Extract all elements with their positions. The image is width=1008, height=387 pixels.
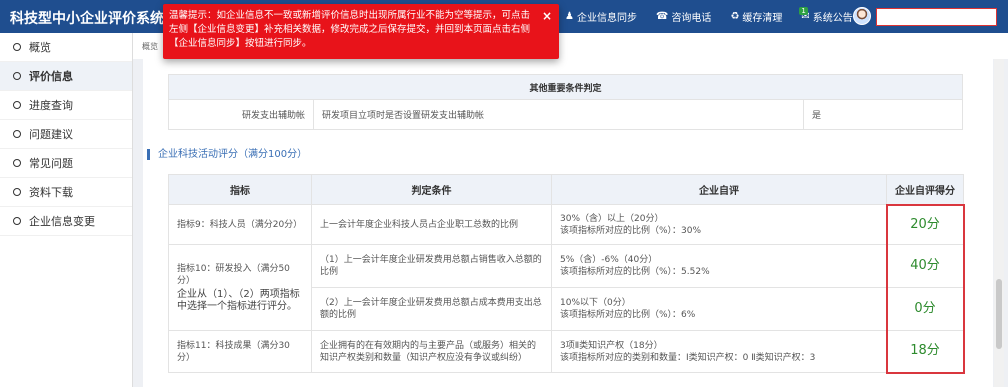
self-eval-cell: 30%（含）以上（20分） 该项指标所对应的比例（%）：30%: [551, 204, 887, 245]
indicator-cell: 指标10：研发投入（满分50分） 企业从（1）、（2）两项指标中选择一个指标进行…: [168, 244, 312, 331]
column-header: 指标: [168, 174, 312, 205]
circle-icon: [13, 159, 21, 167]
table-row: 指标11：科技成果（满分30分） 企业拥有的在有效期内的与主要产品（或服务）相关…: [168, 330, 965, 374]
self-eval-cell: 3项Ⅱ类知识产权（18分） 该项指标所对应的类别和数量：Ⅰ类知识产权：0 Ⅱ类知…: [551, 330, 887, 373]
condition-cell: （2）上一会计年度企业研发费用总额占成本费用支出总额的比例: [311, 287, 552, 331]
self-eval-choice: 3项Ⅱ类知识产权（18分）: [560, 340, 663, 351]
nav-label: 系统公告: [812, 13, 853, 24]
self-eval-choice: 5%（含）-6%（40分）: [560, 255, 658, 265]
condition-value: 是: [803, 99, 963, 130]
sidebar-item-overview[interactable]: 概览: [0, 33, 132, 62]
indicator-title: 指标10：研发投入（满分50分）: [177, 263, 290, 286]
scrollbar-thumb[interactable]: [996, 279, 1002, 349]
self-eval-detail: 该项指标所对应的类别和数量：Ⅰ类知识产权：0 Ⅱ类知识产权：3: [560, 352, 816, 363]
circle-icon: [13, 130, 21, 138]
score-cell: 0分: [885, 287, 965, 331]
indicator-cell: 指标9：科技人员（满分20分）: [168, 204, 312, 245]
sidebar: 概览 评价信息 进度查询 问题建议 常见问题 资料下载 企业信息变更: [0, 33, 133, 387]
sidebar-item-label: 评价信息: [29, 70, 73, 83]
sidebar-item-evaluation-info[interactable]: 评价信息: [0, 62, 132, 91]
nav-label: 咨询电话: [671, 13, 712, 24]
sidebar-item-downloads[interactable]: 资料下载: [0, 178, 132, 207]
sidebar-item-label: 问题建议: [29, 128, 73, 141]
nav-label: 缓存清理: [742, 13, 783, 24]
self-eval-detail: 该项指标所对应的比例（%）：5.52%: [560, 267, 710, 277]
avatar[interactable]: [853, 7, 871, 25]
sidebar-item-label: 常见问题: [29, 157, 73, 170]
circle-icon: [13, 217, 21, 225]
condition-cell: 上一会计年度企业科技人员占企业职工总数的比例: [311, 204, 552, 245]
header-nav: ♟ 企业信息同步 ☎ 咨询电话 ♻ 缓存清理 ✉ 1 系统公告: [565, 0, 872, 33]
other-conditions-header: 其他重要条件判定: [168, 74, 963, 100]
column-header: 判定条件: [311, 174, 552, 205]
nav-clear-cache[interactable]: ♻ 缓存清理: [730, 9, 782, 24]
warning-toast: 温馨提示：如企业信息不一致或新增评价信息时出现所属行业不能为空等提示，可点击左侧…: [163, 4, 559, 59]
nav-system-notice[interactable]: ✉ 1 系统公告: [799, 6, 853, 24]
sidebar-item-company-info-change[interactable]: 企业信息变更: [0, 207, 132, 236]
condition-label: 研发支出辅助帐: [168, 99, 314, 130]
main-content: 其他重要条件判定 研发支出辅助帐 研发项目立项时是否设置研发支出辅助帐 是 企业…: [143, 59, 993, 387]
score-cell: 40分: [885, 244, 965, 288]
self-eval-cell: 10%以下（0分） 该项指标所对应的比例（%）：6%: [551, 287, 887, 331]
self-eval-detail: 该项指标所对应的比例（%）：30%: [560, 225, 702, 236]
self-eval-choice: 30%（含）以上（20分）: [560, 213, 664, 224]
circle-icon: [13, 188, 21, 196]
user-icon: ♟: [565, 11, 574, 22]
section-title: 企业科技活动评分（满分100分）: [147, 149, 307, 160]
tech-activity-score-table: 指标 判定条件 企业自评 企业自评得分 指标9：科技人员（满分20分） 上一会计…: [168, 174, 965, 374]
sidebar-item-suggestions[interactable]: 问题建议: [0, 120, 132, 149]
toast-message: 温馨提示：如企业信息不一致或新增评价信息时出现所属行业不能为空等提示，可点击左侧…: [169, 10, 531, 49]
circle-icon: [13, 101, 21, 109]
circle-icon: [13, 43, 21, 51]
circle-icon: [13, 72, 21, 80]
condition-cell: 企业拥有的在有效期内的与主要产品（或服务）相关的知识产权类别和数量（知识产权应没…: [311, 330, 552, 373]
app-title: 科技型中小企业评价系统: [10, 11, 164, 27]
sidebar-item-faq[interactable]: 常见问题: [0, 149, 132, 178]
recycle-icon: ♻: [730, 11, 740, 22]
notice-count-badge: 1: [799, 6, 808, 15]
user-name-field[interactable]: [876, 8, 997, 26]
sidebar-item-label: 企业信息变更: [29, 215, 95, 228]
table-row: 指标10：研发投入（满分50分） 企业从（1）、（2）两项指标中选择一个指标进行…: [168, 244, 965, 331]
content-scrollbar[interactable]: [994, 59, 1004, 387]
nav-label: 企业信息同步: [576, 13, 637, 24]
other-conditions-table: 其他重要条件判定 研发支出辅助帐 研发项目立项时是否设置研发支出辅助帐 是: [168, 74, 963, 130]
sidebar-item-progress-query[interactable]: 进度查询: [0, 91, 132, 120]
column-header: 企业自评得分: [886, 174, 964, 205]
indicator-cell: 指标11：科技成果（满分30分）: [168, 330, 312, 373]
condition-text: 研发项目立项时是否设置研发支出辅助帐: [313, 99, 804, 130]
indicator-note: 企业从（1）、（2）两项指标中选择一个指标进行评分。: [177, 288, 300, 312]
table-row: 指标9：科技人员（满分20分） 上一会计年度企业科技人员占企业职工总数的比例 3…: [168, 203, 965, 245]
self-eval-choice: 10%以下（0分）: [560, 298, 631, 308]
column-header: 企业自评: [551, 174, 887, 205]
nav-consult-phone[interactable]: ☎ 咨询电话: [656, 9, 711, 24]
sidebar-item-label: 概览: [29, 41, 51, 54]
self-eval-cell: 5%（含）-6%（40分） 该项指标所对应的比例（%）：5.52%: [551, 244, 887, 288]
sidebar-item-label: 资料下载: [29, 186, 73, 199]
nav-sync-company-info[interactable]: ♟ 企业信息同步: [565, 9, 637, 24]
score-cell: 18分: [885, 330, 965, 374]
phone-icon: ☎: [655, 11, 669, 22]
breadcrumb[interactable]: 概览: [142, 41, 158, 52]
sidebar-item-label: 进度查询: [29, 99, 73, 112]
self-eval-detail: 该项指标所对应的比例（%）：6%: [560, 310, 696, 320]
close-icon[interactable]: ×: [542, 9, 552, 23]
condition-cell: （1）上一会计年度企业研发费用总额占销售收入总额的比例: [311, 244, 552, 288]
score-cell: 20分: [885, 203, 965, 245]
